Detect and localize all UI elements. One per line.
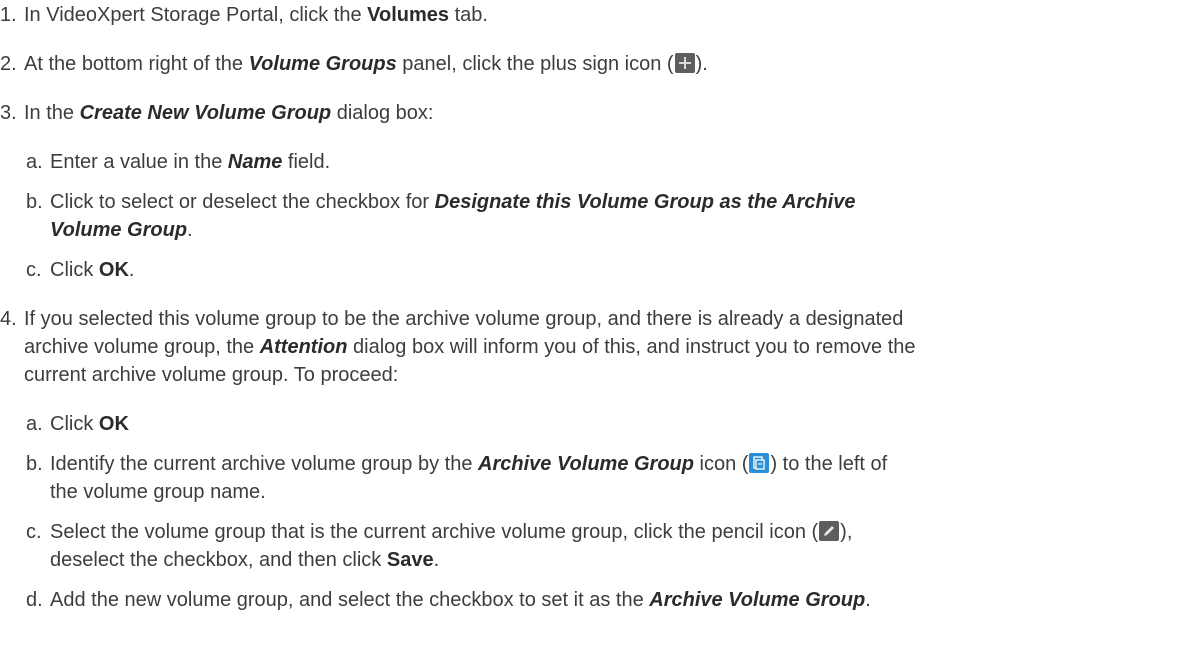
substep-letter: a.	[26, 151, 43, 173]
step-number: 1.	[0, 4, 17, 26]
substep-text: Identify the current archive volume grou…	[50, 453, 888, 475]
substep-text: Click to select or deselect the checkbox…	[50, 191, 856, 213]
substep-letter: b.	[26, 191, 43, 213]
substep-text: Click OK.	[50, 259, 135, 281]
pencil-icon	[819, 521, 840, 541]
instructions-document: 1. In VideoXpert Storage Portal, click t…	[0, 4, 916, 611]
substep-letter: c.	[26, 521, 42, 543]
substep-letter: d.	[26, 589, 43, 611]
substep-letter: c.	[26, 259, 42, 281]
substep-text: Click OK	[50, 413, 129, 435]
step-number: 4.	[0, 308, 17, 330]
substep-text: Select the volume group that is the curr…	[50, 521, 853, 543]
substep-letter: a.	[26, 413, 43, 435]
step-text: In the Create New Volume Group dialog bo…	[24, 102, 434, 124]
plus-icon	[674, 53, 695, 73]
step-text: In VideoXpert Storage Portal, click the …	[24, 4, 488, 26]
step-number: 2.	[0, 53, 17, 75]
substep-text: Enter a value in the Name field.	[50, 151, 331, 173]
step-text: If you selected this volume group to be …	[24, 308, 904, 330]
archive-volume-group-icon	[749, 453, 770, 473]
step-text: At the bottom right of the Volume Groups…	[24, 53, 708, 75]
step-number: 3.	[0, 102, 17, 124]
substep-text: Add the new volume group, and select the…	[50, 589, 871, 611]
volumes-tab-ref: Volumes	[367, 4, 450, 26]
substep-letter: b.	[26, 453, 43, 475]
